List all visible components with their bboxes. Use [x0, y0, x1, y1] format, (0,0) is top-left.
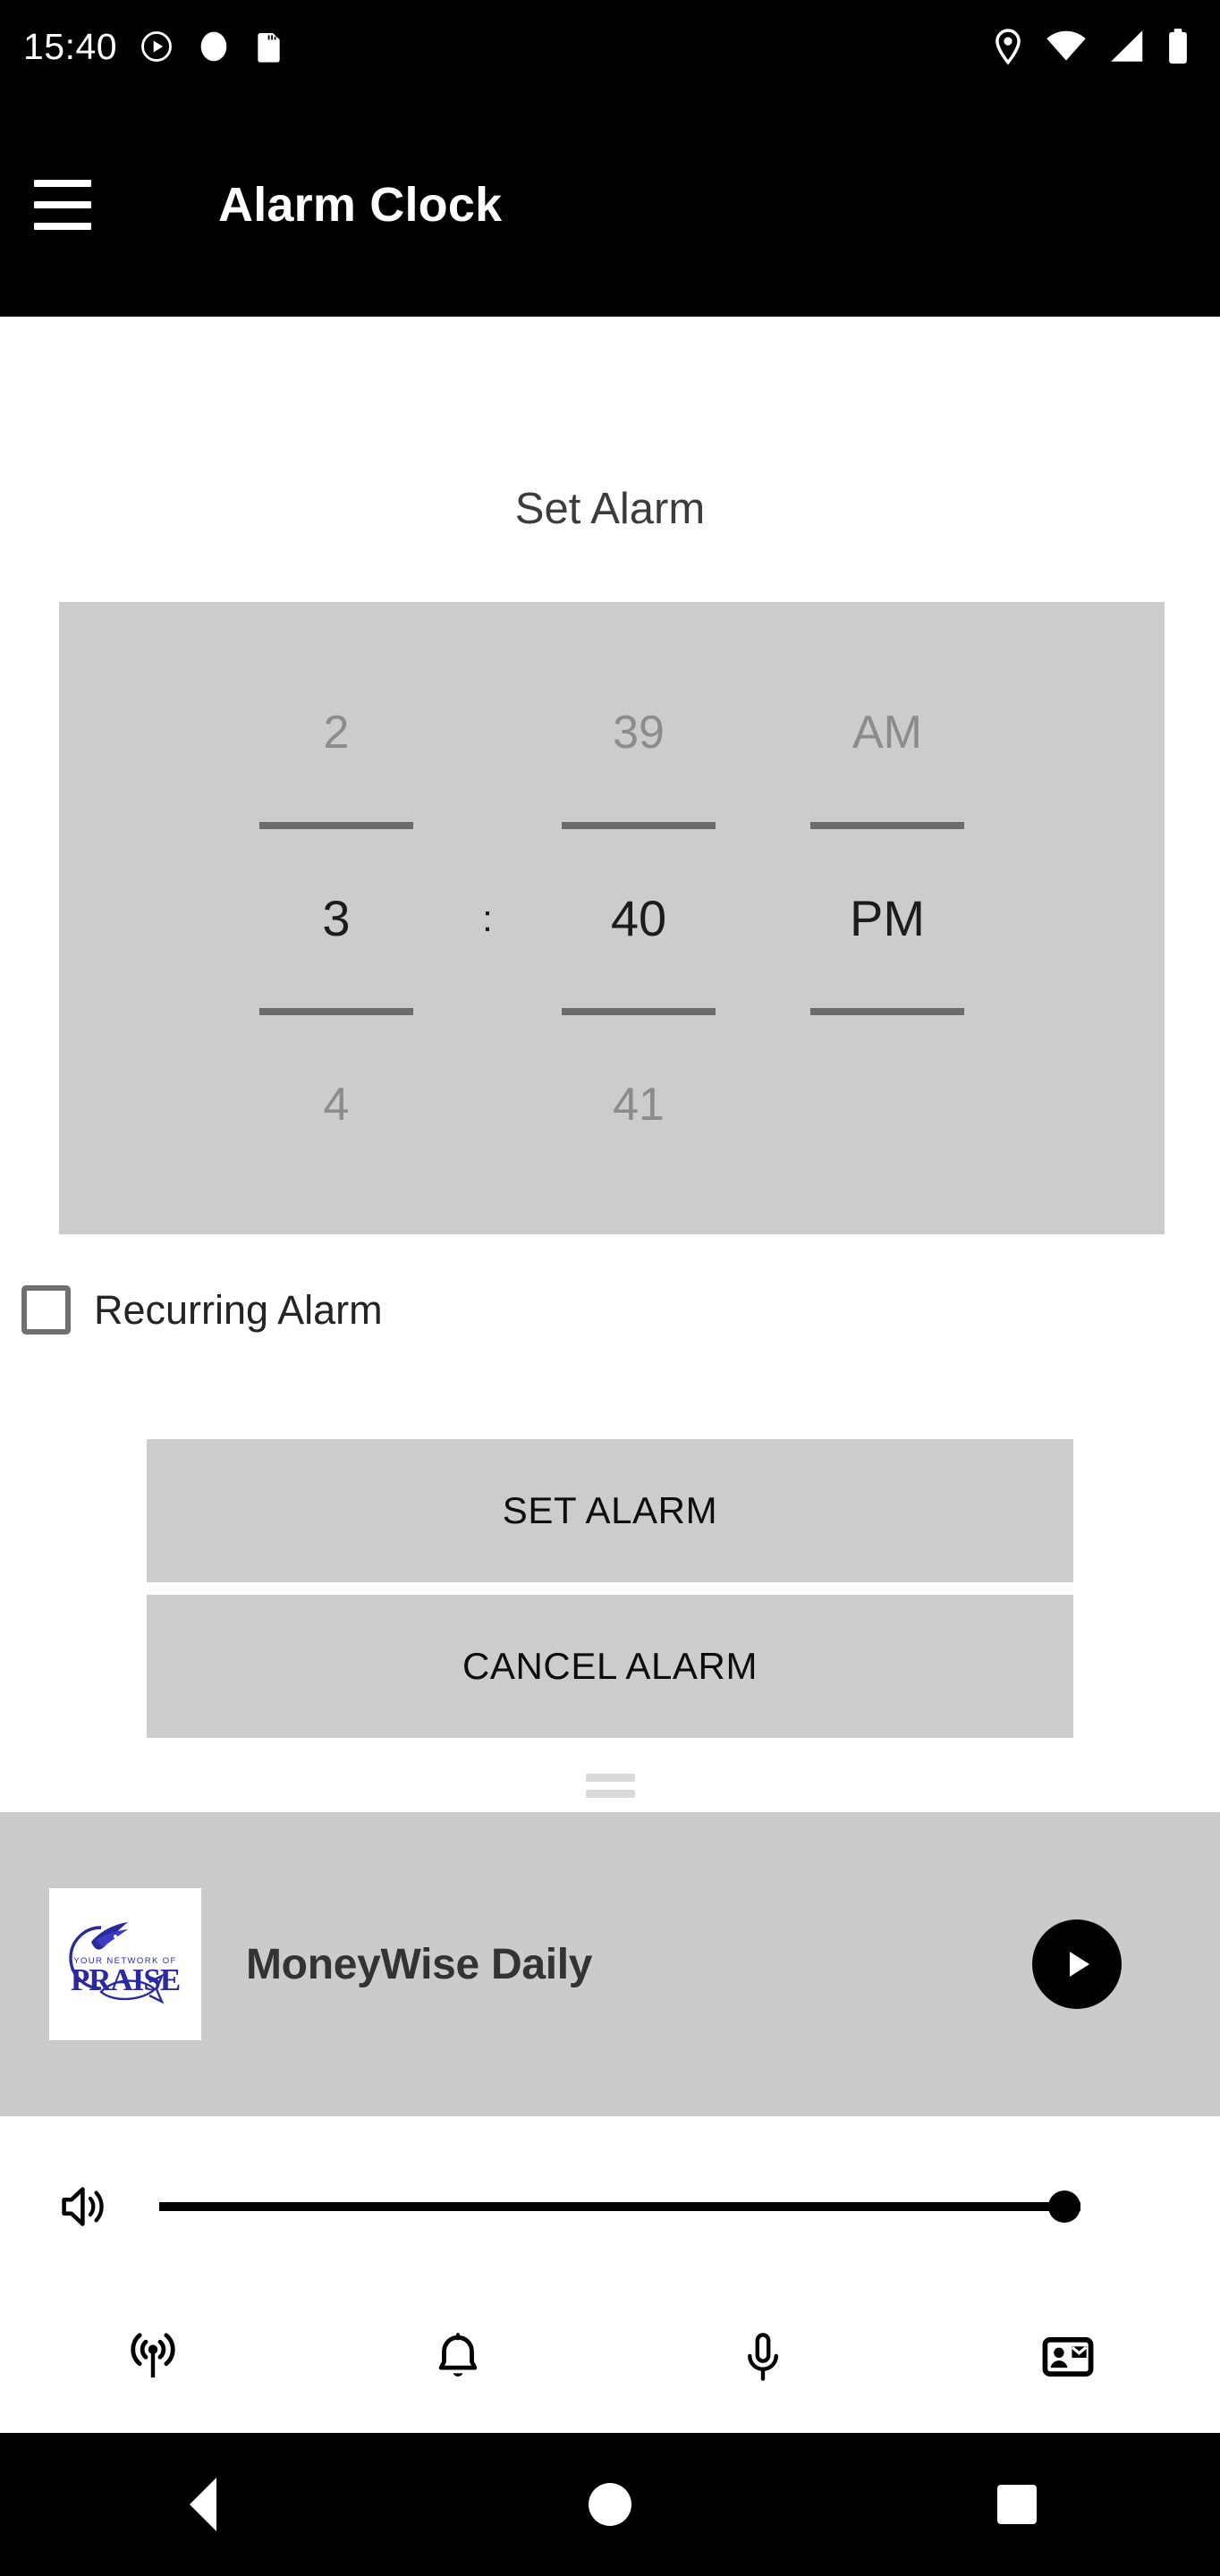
volume-up-icon[interactable]: [55, 2178, 113, 2235]
meridiem-picker-column[interactable]: AM PM: [763, 643, 1012, 1194]
time-picker-columns: 2 3 4 : 39 40 41 AM PM: [212, 602, 1012, 1234]
volume-slider-track: [159, 2202, 1080, 2211]
volume-control-row: [0, 2148, 1220, 2265]
meridiem-next-value[interactable]: [763, 1015, 1012, 1194]
time-separator-column: :: [461, 602, 514, 1234]
recurring-alarm-checkbox[interactable]: [21, 1285, 71, 1335]
media-panel-drag-handle[interactable]: [0, 1774, 1220, 1798]
microphone-icon: [747, 2333, 778, 2381]
main-content: Set Alarm 2 3 4 : 39 40 41 AM PM Recurri…: [0, 317, 1220, 1789]
meridiem-previous-value[interactable]: AM: [763, 643, 1012, 822]
cellular-signal-icon: [1111, 30, 1143, 62]
bottom-tab-bar: [0, 2281, 1220, 2433]
recents-square-icon: [996, 2485, 1037, 2524]
alarm-clock-app-screen: 15:40 Alarm Clock Set Alarm 2 3 4: 39 4…: [0, 0, 1220, 2576]
hour-next-value[interactable]: 4: [212, 1015, 461, 1194]
nav-back-button[interactable]: [0, 2478, 407, 2531]
tab-alarm[interactable]: [305, 2281, 610, 2433]
sd-card-icon: [258, 33, 280, 63]
minute-selected-value[interactable]: 40: [514, 829, 763, 1008]
broadcast-antenna-icon: [130, 2333, 175, 2378]
wifi-icon: [1046, 30, 1086, 61]
hour-previous-value[interactable]: 2: [212, 643, 461, 822]
logo-wordmark: PRAISE: [71, 1962, 180, 1997]
tab-podcasts[interactable]: [610, 2281, 915, 2433]
meridiem-top-divider: [810, 821, 964, 829]
volume-slider[interactable]: [159, 2189, 1080, 2224]
play-circle-icon: [141, 31, 173, 62]
page-title: Set Alarm: [514, 485, 706, 533]
hour-selected-value[interactable]: 3: [212, 829, 461, 1008]
cancel-alarm-button[interactable]: CANCEL ALARM: [147, 1595, 1073, 1738]
battery-icon: [1169, 29, 1187, 64]
time-picker[interactable]: 2 3 4 : 39 40 41 AM PM: [59, 602, 1165, 1234]
meridiem-bottom-divider: [810, 1007, 964, 1015]
hour-bottom-divider: [259, 1007, 413, 1015]
status-bar-clock: 15:40: [23, 25, 118, 67]
hour-top-divider: [259, 821, 413, 829]
set-alarm-button[interactable]: SET ALARM: [147, 1439, 1073, 1582]
drag-handle-bar: [585, 1790, 635, 1798]
status-bar-right-group: [991, 27, 1190, 66]
minute-previous-value[interactable]: 39: [514, 643, 763, 822]
hamburger-bar: [34, 223, 91, 230]
tab-contact[interactable]: [915, 2281, 1220, 2433]
minute-bottom-divider: [562, 1007, 716, 1015]
recurring-alarm-label: Recurring Alarm: [94, 1286, 383, 1333]
tab-live-broadcast[interactable]: [0, 2281, 305, 2433]
app-bar: Alarm Clock: [0, 93, 1220, 317]
status-bar-left-group: 15:40: [23, 25, 285, 67]
play-icon: [1070, 1952, 1089, 1977]
recurring-alarm-row[interactable]: Recurring Alarm: [21, 1285, 383, 1335]
your-network-of-praise-logo: YOUR NETWORK OF PRAISE: [49, 1888, 201, 2040]
bell-icon: [438, 2333, 477, 2377]
media-player-panel: YOUR NETWORK OF PRAISE MoneyWise Daily: [0, 1812, 1220, 2116]
hour-picker-column[interactable]: 2 3 4: [212, 643, 461, 1194]
drag-handle-bar: [585, 1774, 635, 1782]
time-separator: :: [482, 896, 493, 939]
hamburger-bar: [34, 180, 91, 187]
contact-card-icon: [1042, 2337, 1093, 2377]
nav-recents-button[interactable]: [813, 2485, 1220, 2524]
home-circle-icon: [589, 2483, 631, 2526]
volume-slider-thumb[interactable]: [1048, 2190, 1080, 2223]
meridiem-selected-value[interactable]: PM: [763, 829, 1012, 1008]
media-track-title: MoneyWise Daily: [246, 1940, 593, 1988]
system-status-bar: 15:40: [0, 0, 1220, 93]
media-badge-icon: [200, 31, 227, 62]
album-art: YOUR NETWORK OF PRAISE: [49, 1888, 201, 2040]
play-button[interactable]: [1032, 1919, 1122, 2009]
minute-top-divider: [562, 821, 716, 829]
system-navigation-bar: [0, 2433, 1220, 2576]
back-triangle-icon: [190, 2478, 217, 2531]
minute-next-value[interactable]: 41: [514, 1015, 763, 1194]
location-pin-icon: [995, 29, 1021, 65]
hamburger-menu-icon[interactable]: [34, 180, 91, 230]
hamburger-bar: [34, 201, 91, 208]
app-title: Alarm Clock: [218, 178, 503, 232]
minute-picker-column[interactable]: 39 40 41: [514, 643, 763, 1194]
nav-home-button[interactable]: [407, 2483, 814, 2526]
